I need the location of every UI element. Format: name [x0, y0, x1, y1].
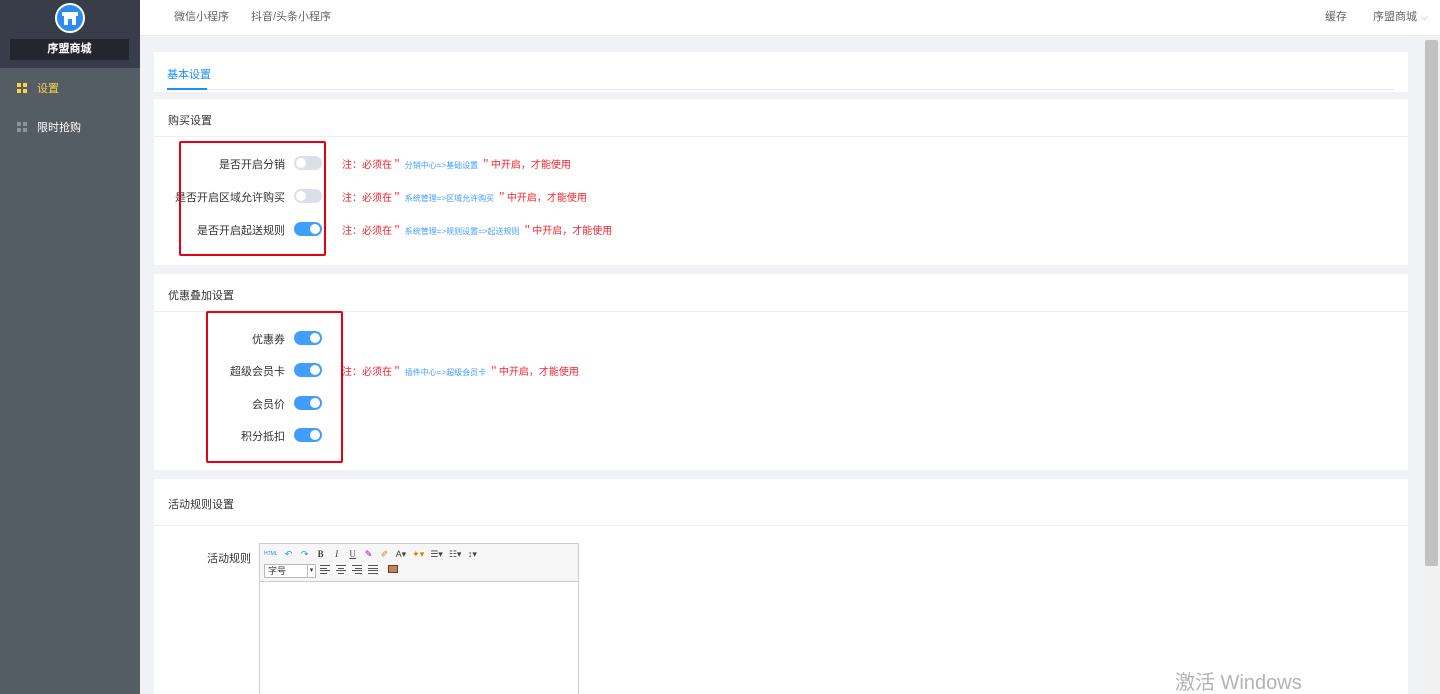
redo-icon[interactable]: ↷	[300, 548, 310, 560]
unordered-list-icon[interactable]: ☷▾	[449, 548, 462, 560]
tab-douyin-miniprogram[interactable]: 抖音/头条小程序	[251, 0, 331, 36]
eraser-icon[interactable]: ✎	[364, 548, 374, 560]
font-color-button[interactable]: A▾	[396, 548, 407, 560]
top-navbar: 微信小程序 抖音/头条小程序 缓存 序盟商城 ⌵	[140, 0, 1440, 36]
align-left-icon[interactable]	[320, 565, 330, 574]
region-purchase-note: 注：必须在＂ 系统管理=>区域允许购买 ＂中开启，才能使用	[342, 193, 587, 204]
user-name: 序盟商城	[1373, 11, 1417, 23]
sidebar-item-label: 限时抢购	[37, 122, 81, 134]
section-title: 活动规则设置	[168, 499, 234, 511]
grid-icon	[17, 83, 27, 93]
dropdown-arrow-icon: ▾	[307, 565, 315, 577]
editor-toolbar: HTML ↶ ↷ B I U ✎ ✐ A▾ ✦▾ ☰▾ ☷▾ ↕▾ 字号 ▾	[260, 544, 578, 582]
cache-link[interactable]: 缓存	[1325, 0, 1347, 36]
section-title: 优惠叠加设置	[168, 290, 234, 302]
align-justify-icon[interactable]	[368, 565, 378, 574]
section-header: 优惠叠加设置	[154, 274, 1408, 312]
align-right-icon[interactable]	[352, 565, 362, 574]
ordered-list-icon[interactable]: ☰▾	[430, 548, 443, 560]
line-height-icon[interactable]: ↕▾	[467, 548, 477, 560]
chevron-down-icon: ⌵	[1421, 12, 1428, 22]
sidebar-item-flash-sale[interactable]: 限时抢购	[0, 108, 140, 146]
tab-wechat-miniprogram[interactable]: 微信小程序	[174, 0, 229, 36]
toolbar-row: HTML ↶ ↷ B I U ✎ ✐ A▾ ✦▾ ☰▾ ☷▾ ↕▾	[264, 547, 477, 561]
align-buttons	[320, 565, 398, 574]
windows-activation-watermark: 激活 Windows	[1175, 672, 1302, 694]
image-icon[interactable]	[388, 565, 398, 573]
sidebar: 序盟商城 设置 限时抢购	[0, 0, 140, 694]
grid-icon	[17, 122, 27, 132]
purchase-settings-card: 购买设置	[154, 99, 1408, 265]
scrollbar-thumb[interactable]	[1425, 40, 1438, 566]
store-logo-icon	[55, 3, 85, 33]
sidebar-item-settings[interactable]: 设置	[0, 69, 140, 107]
underline-button[interactable]: U	[348, 548, 358, 560]
tab-active-indicator	[167, 88, 207, 90]
rich-text-editor[interactable]: HTML ↶ ↷ B I U ✎ ✐ A▾ ✦▾ ☰▾ ☷▾ ↕▾ 字号 ▾	[259, 543, 579, 694]
tabs-panel: 基本设置	[154, 52, 1408, 92]
sidebar-header: 序盟商城	[0, 0, 140, 68]
tab-basic-settings[interactable]: 基本设置	[167, 66, 211, 82]
section-header: 活动规则设置	[154, 479, 1408, 526]
format-brush-icon[interactable]: ✐	[380, 548, 390, 560]
highlight-box	[179, 141, 326, 256]
undo-icon[interactable]: ↶	[284, 548, 294, 560]
sidebar-item-label: 设置	[37, 83, 59, 95]
highlight-box	[206, 311, 343, 463]
super-member-card-note: 注：必须在＂ 插件中心=>超级会员卡 ＂中开启，才能使用	[342, 367, 579, 378]
html-source-button[interactable]: HTML	[264, 548, 278, 560]
section-title: 购买设置	[168, 115, 212, 127]
activity-rules-label: 活动规则	[207, 553, 251, 565]
distribution-note: 注：必须在＂ 分销中心=>基础设置 ＂中开启，才能使用	[342, 160, 571, 171]
brand-name: 序盟商城	[10, 39, 129, 60]
font-size-select[interactable]: 字号 ▾	[264, 564, 316, 578]
user-menu[interactable]: 序盟商城 ⌵	[1373, 0, 1428, 36]
align-center-icon[interactable]	[336, 565, 346, 574]
tab-divider	[167, 89, 1395, 90]
delivery-rule-note: 注：必须在＂ 系统管理=>规则设置=>起送规则 ＂中开启，才能使用	[342, 226, 613, 237]
section-header: 购买设置	[154, 99, 1408, 137]
highlight-color-icon[interactable]: ✦▾	[412, 548, 424, 560]
bold-button[interactable]: B	[316, 548, 326, 560]
italic-button[interactable]: I	[332, 548, 342, 560]
